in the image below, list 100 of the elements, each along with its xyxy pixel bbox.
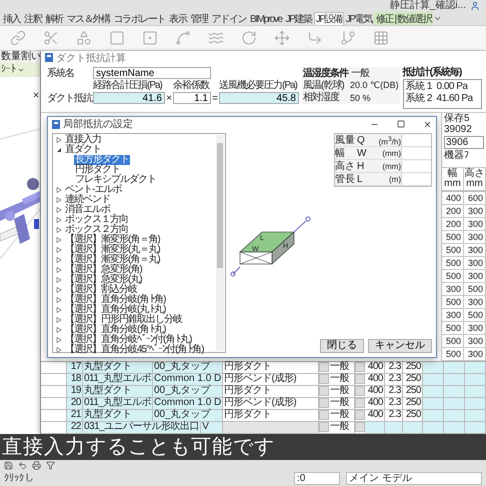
table-cell: 20: [67, 398, 83, 409]
scrollbar[interactable]: [216, 135, 224, 351]
maximize-icon[interactable]: [397, 120, 405, 128]
param-field[interactable]: [401, 160, 431, 172]
dialog-button[interactable]: 閉じる: [320, 339, 364, 353]
value-field[interactable]: 1.1: [173, 92, 211, 104]
close-icon[interactable]: [32, 91, 40, 99]
dialog-button[interactable]: キャンセル: [368, 339, 432, 353]
table-cell: 300: [464, 270, 486, 283]
scissors-icon[interactable]: [43, 30, 59, 46]
close-icon[interactable]: [423, 120, 432, 128]
table-cell: 250: [403, 386, 423, 397]
corner-arrow-icon[interactable]: [307, 30, 323, 46]
resistance-entry: 系統 2 41.60 Pa: [406, 93, 474, 105]
table-cell: 円形ダクト: [223, 362, 319, 373]
param-field[interactable]: [401, 174, 431, 184]
column-header: 高さ mm: [464, 167, 486, 191]
save-icon[interactable]: [4, 461, 13, 470]
table-cell: 600: [464, 192, 486, 205]
grid-icon[interactable]: [373, 30, 389, 46]
coordinate-field[interactable]: :0: [294, 472, 340, 485]
table-cell: 400: [365, 362, 385, 373]
tree-item[interactable]: 【選択】漸変形(角＝角): [64, 235, 161, 245]
condition-value: 50 %: [350, 92, 371, 102]
model-field[interactable]: メイン モデル: [346, 472, 482, 485]
move-icon[interactable]: [274, 30, 290, 46]
tree-item[interactable]: ボックス１方向: [64, 215, 129, 225]
expander-icon[interactable]: [56, 147, 62, 153]
tree-item[interactable]: 【選択】直角分岐ﾍﾞｰﾝ付(角 ﾄ丸): [64, 335, 192, 345]
ribbon-tab[interactable]: 管理: [188, 12, 210, 25]
tree-item[interactable]: 【選択】直角分岐(角 ﾄ丸): [64, 325, 166, 335]
table-cell: 011_丸型エルボ: [83, 398, 154, 409]
shapes-icon[interactable]: [76, 30, 92, 46]
branch-icon[interactable]: [340, 30, 356, 46]
tree-item[interactable]: 【選択】急変形(丸): [64, 275, 143, 285]
table-cell: 00_丸タップ: [153, 410, 223, 421]
tree-item[interactable]: 直ダクト: [64, 145, 102, 155]
ribbon-tab[interactable]: 表示: [167, 12, 188, 25]
table-cell: 300: [464, 231, 486, 244]
square-icon[interactable]: [109, 30, 125, 46]
user-icon[interactable]: [470, 1, 480, 11]
rotate-icon[interactable]: [241, 30, 257, 46]
param-field[interactable]: [401, 148, 431, 158]
tree-item[interactable]: 【選択】円形円錐取出し分岐: [64, 315, 183, 325]
tree-item[interactable]: 直接入力: [64, 135, 102, 145]
table-cell: 400: [365, 374, 385, 385]
table-cell: Common 1.0 D: [153, 374, 223, 385]
filter-icon[interactable]: [46, 461, 55, 470]
table-cell: 一般: [329, 386, 355, 397]
undo-icon[interactable]: [18, 461, 27, 470]
printer-icon[interactable]: [32, 461, 41, 470]
value-field[interactable]: 3906: [444, 136, 484, 149]
value-field[interactable]: 45.8: [219, 92, 299, 104]
ribbon-tab[interactable]: JP建築: [284, 12, 314, 25]
value-field[interactable]: 41.6: [93, 92, 165, 104]
tree-item[interactable]: 【選択】割込分岐: [64, 285, 138, 295]
panel-label: 39092: [443, 124, 473, 135]
ribbon-tab[interactable]: JP設備: [314, 12, 344, 25]
table-cell: 400: [365, 410, 385, 421]
tree-item[interactable]: ボックス２方向: [64, 225, 129, 235]
tree-item[interactable]: 【選択】漸変形(角＝丸): [64, 255, 161, 265]
ribbon-tab[interactable]: 挿入: [1, 12, 22, 25]
table-cell: 円形ダクト: [223, 386, 319, 397]
param-field[interactable]: [401, 135, 431, 146]
link-icon[interactable]: [10, 30, 26, 46]
table-cell: 400: [365, 386, 385, 397]
ribbon-tab[interactable]: アドイン: [210, 12, 248, 25]
dropdown-icon[interactable]: [433, 14, 442, 23]
tree-item[interactable]: 【選択】漸変形(丸＝丸): [64, 245, 161, 255]
caret-icon[interactable]: [17, 66, 25, 74]
tree-item[interactable]: 【選択】直角分岐(丸 ﾄ丸): [64, 305, 166, 315]
ribbon-tab[interactable]: BIMprove: [248, 12, 284, 25]
ribbon-tab[interactable]: マス＆外構: [64, 12, 112, 25]
tree-item[interactable]: 円形ダクト: [74, 165, 121, 175]
table-cell: 500: [442, 296, 464, 309]
spline-icon[interactable]: [175, 30, 191, 46]
ribbon-tab[interactable]: 解析: [43, 12, 65, 25]
tree-item[interactable]: 【選択】直角分岐45°ﾍﾞｰﾝ付(角 ﾄ角): [64, 345, 205, 355]
document-title: 静圧計算_確認i...: [390, 0, 466, 12]
tree-item[interactable]: 消音エルボ: [64, 205, 111, 215]
ribbon-tab[interactable]: 注釈: [22, 12, 44, 25]
table-cell: 300: [442, 283, 464, 296]
ribbon-tab[interactable]: JP電気: [344, 12, 374, 25]
system-name-field[interactable]: systemName: [93, 67, 211, 79]
tree-item[interactable]: 【選択】急変形(角): [64, 265, 143, 275]
table-cell: 300: [464, 244, 486, 257]
ribbon-tab[interactable]: 修正 | 数値選択: [374, 12, 434, 25]
tree-item[interactable]: ベント-エルボ: [64, 185, 122, 195]
tree-item[interactable]: フレキシブルダクト: [74, 175, 157, 185]
table-cell: 250: [403, 410, 423, 421]
ribbon-tab[interactable]: コラボレート: [112, 12, 168, 25]
table-cell: 200: [442, 205, 464, 218]
tree-item[interactable]: 連続ベンド: [64, 195, 111, 205]
tree-item[interactable]: 【選択】直角分岐(角 ﾄ角): [64, 295, 166, 305]
table-cell: 丸型ダクト: [83, 410, 153, 421]
table-cell: 300: [442, 309, 464, 322]
operator-sign: =: [211, 92, 219, 104]
waves-icon[interactable]: [208, 30, 224, 46]
table-cell: 500: [442, 348, 464, 361]
table-cell: 500: [442, 257, 464, 270]
